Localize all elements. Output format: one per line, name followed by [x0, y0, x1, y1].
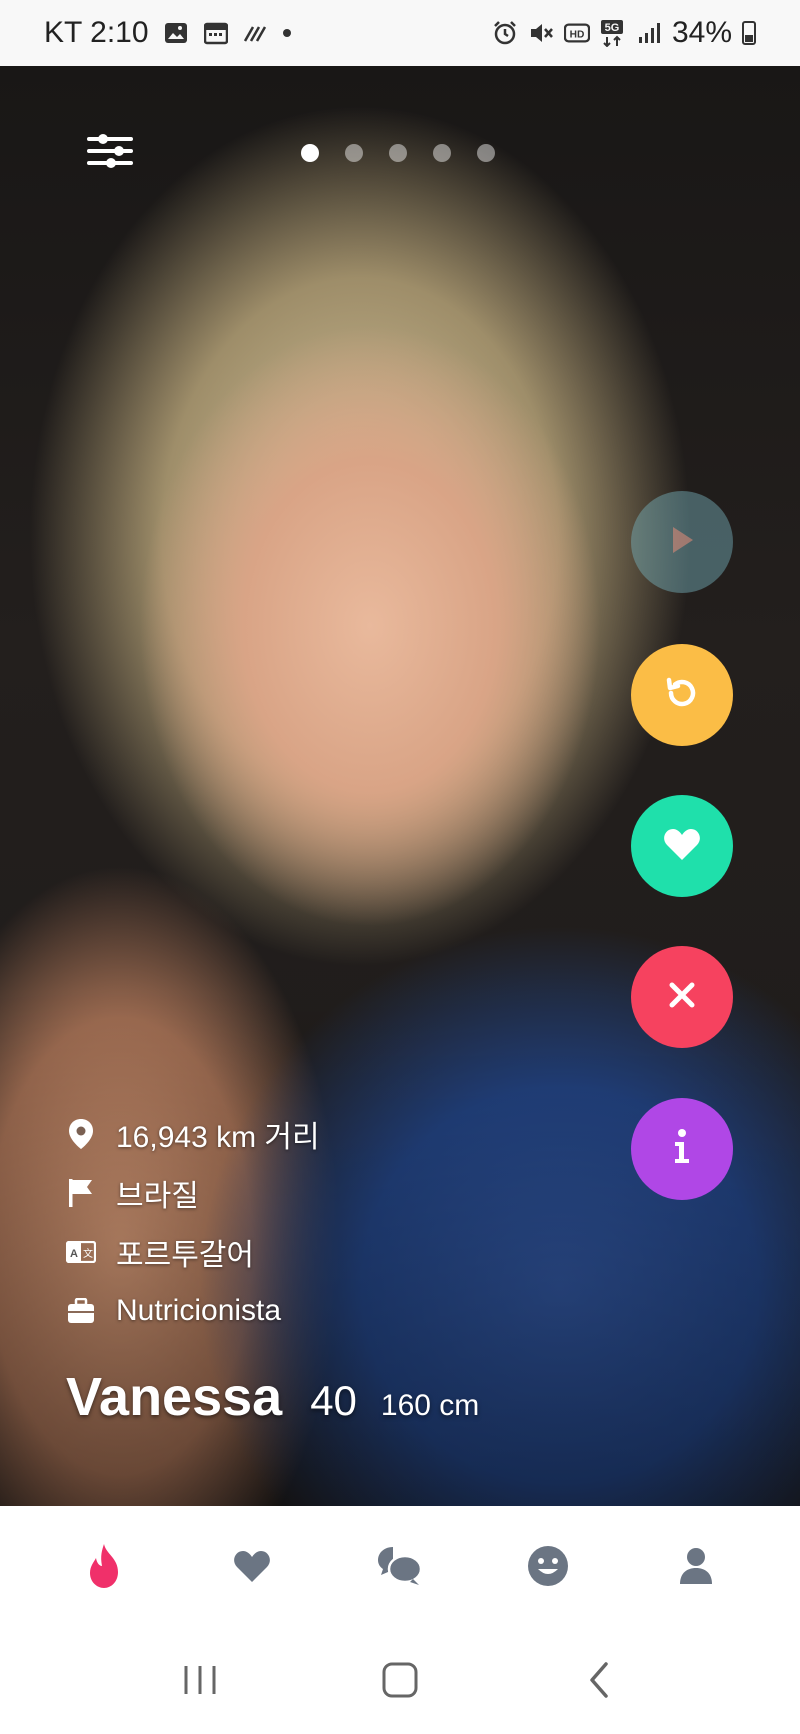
home-icon	[380, 1660, 420, 1705]
heart-icon	[662, 826, 702, 867]
recents-icon	[180, 1660, 220, 1705]
recents-button[interactable]	[170, 1652, 230, 1712]
nav-likes[interactable]	[222, 1538, 282, 1598]
bottom-nav	[0, 1506, 800, 1630]
heart-icon	[232, 1548, 272, 1589]
job-row: Nutricionista	[66, 1281, 320, 1340]
distance-text: 16,943 km 거리	[116, 1120, 320, 1154]
status-bar: KT 2:10 HD 5G 34%	[0, 0, 800, 66]
like-button[interactable]	[631, 795, 733, 897]
nav-profile[interactable]	[666, 1538, 726, 1598]
hd-icon: HD	[563, 20, 590, 46]
flag-icon	[66, 1178, 96, 1208]
back-icon	[580, 1660, 620, 1705]
pager-dot[interactable]	[433, 144, 451, 162]
smile-icon	[527, 1545, 569, 1592]
undo-button[interactable]	[631, 644, 733, 746]
nav-discover[interactable]	[74, 1538, 134, 1598]
translate-icon: A文	[66, 1237, 96, 1267]
profile-name: Vanessa	[66, 1367, 283, 1427]
battery-icon	[742, 21, 756, 45]
image-icon	[163, 20, 189, 46]
pager-dot[interactable]	[301, 144, 319, 162]
svg-text:文: 文	[83, 1247, 93, 1260]
home-button[interactable]	[370, 1652, 430, 1712]
chat-icon	[377, 1545, 423, 1592]
flame-icon	[84, 1542, 124, 1595]
nope-button[interactable]	[631, 946, 733, 1048]
job-text: Nutricionista	[116, 1293, 282, 1327]
dot-icon	[282, 29, 291, 37]
info-icon	[670, 1127, 694, 1172]
distance-row: 16,943 km 거리	[66, 1104, 320, 1163]
nav-social[interactable]	[518, 1538, 578, 1598]
play-button[interactable]	[631, 491, 733, 593]
svg-text:HD: HD	[570, 30, 585, 41]
play-icon	[667, 523, 697, 562]
profile-info: 16,943 km 거리 브라질 A文 포르투갈어 Nutricionista	[66, 1104, 320, 1340]
profile-age: 40	[310, 1377, 357, 1424]
svg-text:5G: 5G	[605, 22, 620, 34]
signal-slash-icon	[243, 20, 269, 46]
undo-icon	[662, 673, 702, 718]
close-icon	[667, 980, 697, 1015]
profile-height: 160 cm	[380, 1389, 480, 1422]
profile-photo[interactable]: 16,943 km 거리 브라질 A文 포르투갈어 Nutricionista …	[0, 66, 800, 1506]
photo-pager	[301, 144, 495, 162]
filter-icon[interactable]	[85, 131, 135, 171]
country-row: 브라질	[66, 1163, 320, 1222]
mute-icon	[528, 20, 554, 46]
language-text: 포르투갈어	[116, 1238, 254, 1272]
nav-chat[interactable]	[370, 1538, 430, 1598]
briefcase-icon	[66, 1296, 96, 1326]
language-row: A文 포르투갈어	[66, 1222, 320, 1281]
back-button[interactable]	[570, 1652, 630, 1712]
carrier-time: KT 2:10	[44, 16, 149, 49]
pager-dot[interactable]	[389, 144, 407, 162]
calendar-icon	[203, 20, 229, 46]
person-icon	[678, 1547, 714, 1590]
info-button[interactable]	[631, 1098, 733, 1200]
battery-percent: 34%	[671, 16, 732, 49]
svg-text:A: A	[70, 1248, 78, 1260]
location-pin-icon	[66, 1118, 96, 1149]
system-nav	[0, 1630, 800, 1734]
signal-icon	[636, 20, 662, 46]
pager-dot[interactable]	[477, 144, 495, 162]
pager-dot[interactable]	[345, 144, 363, 162]
alarm-icon	[492, 20, 518, 46]
name-line: Vanessa 40 160 cm	[66, 1366, 479, 1428]
5g-icon: 5G	[600, 20, 626, 47]
country-text: 브라질	[116, 1179, 199, 1213]
